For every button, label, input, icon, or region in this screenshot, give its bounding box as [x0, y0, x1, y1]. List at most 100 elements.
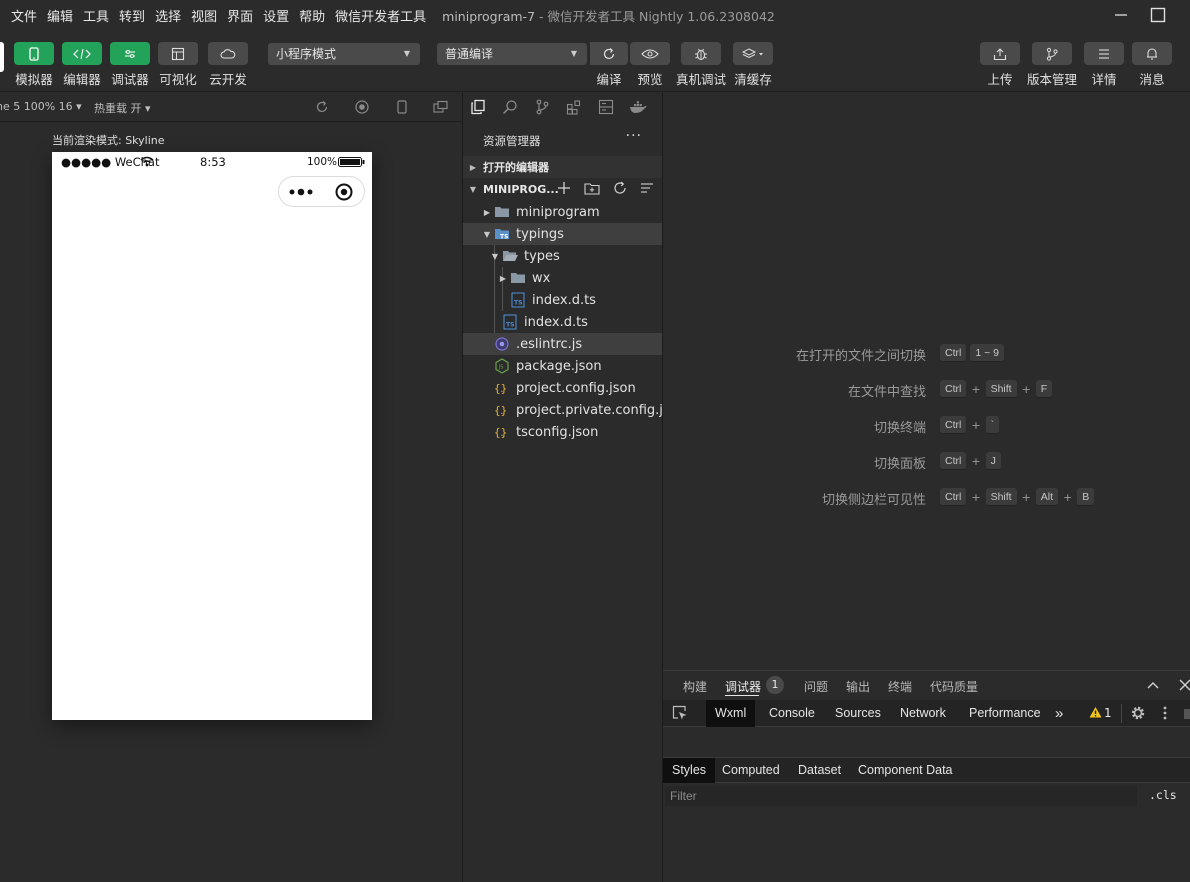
device-select[interactable]: ne 5 100% 16 ▾ — [0, 100, 82, 113]
close-miniprogram-button[interactable] — [335, 183, 353, 204]
refresh-explorer-icon[interactable] — [613, 181, 627, 198]
styles-filter-input[interactable] — [665, 786, 1137, 806]
maximize-panel-button[interactable] — [1146, 679, 1160, 693]
chevron-down-icon: ▼ — [469, 184, 477, 194]
new-file-icon[interactable] — [557, 181, 571, 198]
tab-problems[interactable]: 问题 — [804, 678, 828, 695]
devtools-tab-performance[interactable]: Performance — [960, 700, 1050, 727]
tab-terminal[interactable]: 终端 — [888, 678, 912, 695]
kebab-menu-icon — [1163, 706, 1167, 720]
search-icon[interactable] — [501, 98, 519, 116]
menu-goto[interactable]: 转到 — [119, 6, 145, 25]
key-cap: J — [985, 452, 1001, 470]
maximize-button[interactable] — [1143, 4, 1173, 26]
menu-file[interactable]: 文件 — [11, 6, 37, 25]
storage-icon[interactable] — [597, 98, 615, 116]
menu-settings[interactable]: 设置 — [263, 6, 289, 25]
devtools-menu-button[interactable] — [1162, 705, 1168, 724]
close-icon — [1179, 679, 1190, 691]
devtools-tab-wxml[interactable]: Wxml — [706, 700, 756, 727]
inspect-element-button[interactable] — [672, 705, 688, 724]
record-icon[interactable] — [354, 99, 370, 115]
compile-button[interactable] — [590, 42, 628, 65]
styles-tab-dataset[interactable]: Dataset — [789, 758, 850, 783]
phone-screen[interactable]: ●●●●● WeChat 8:53 100% — [52, 152, 372, 720]
styles-tab-computed[interactable]: Computed — [713, 758, 789, 783]
device-frame-icon[interactable] — [394, 99, 410, 115]
styles-tab-component-data[interactable]: Component Data — [849, 758, 962, 783]
devtools-tab-sources[interactable]: Sources — [826, 700, 890, 727]
shortcut-label: 在文件中查找 — [847, 385, 926, 400]
detach-window-icon[interactable] — [433, 99, 449, 115]
compile-mode-select[interactable]: 普通编译 ▼ — [437, 43, 587, 65]
preview-button[interactable] — [630, 42, 670, 65]
visualize-toggle-button[interactable] — [158, 42, 198, 65]
clear-cache-button[interactable] — [733, 42, 773, 65]
menu-wechat-devtools[interactable]: 微信开发者工具 — [335, 6, 426, 25]
devtools-tab-network[interactable]: Network — [891, 700, 955, 727]
cls-toggle-button[interactable]: .cls — [1149, 788, 1177, 802]
tab-build[interactable]: 构建 — [683, 678, 707, 695]
remote-debug-button[interactable] — [681, 42, 721, 65]
tree-item-typings[interactable]: ▼ TS typings — [463, 223, 662, 245]
minimize-button[interactable] — [1106, 4, 1136, 26]
upload-button[interactable] — [980, 42, 1020, 65]
window-title: miniprogram-7 - 微信开发者工具 Nightly 1.06.230… — [442, 6, 775, 25]
tree-item-miniprogram[interactable]: ▶ miniprogram — [463, 201, 662, 223]
tree-item-project-config[interactable]: {}. project.config.json — [463, 377, 662, 399]
tree-item-index-d-ts[interactable]: TS index.d.ts — [463, 311, 662, 333]
clear-cache-label: 清缓存 — [734, 72, 772, 87]
menu-tools[interactable]: 工具 — [83, 6, 109, 25]
messages-button[interactable] — [1132, 42, 1172, 65]
simulator-toggle-button[interactable] — [14, 42, 54, 65]
hot-reload-toggle[interactable]: 热重载 开 ▾ — [94, 100, 151, 116]
project-section[interactable]: ▼ MINIPROG... — [463, 178, 662, 200]
simulator-label: 模拟器 — [15, 72, 53, 87]
devtools-tab-console[interactable]: Console — [760, 700, 824, 727]
tree-item-project-private-config[interactable]: {}. project.private.config.js... — [463, 399, 662, 421]
warning-icon[interactable] — [1089, 706, 1102, 721]
source-control-icon[interactable] — [533, 98, 551, 116]
menu-interface[interactable]: 界面 — [227, 6, 253, 25]
dock-side-icon[interactable] — [1184, 709, 1190, 719]
tab-debugger[interactable]: 调试器 — [725, 678, 761, 695]
chevron-down-icon: ▼ — [483, 229, 491, 239]
devtools-settings-button[interactable] — [1130, 705, 1146, 724]
tree-item-index-d-ts-nested[interactable]: TS index.d.ts — [463, 289, 662, 311]
menu-edit[interactable]: 编辑 — [47, 6, 73, 25]
rotate-icon[interactable] — [314, 99, 330, 115]
debugger-toggle-button[interactable] — [110, 42, 150, 65]
cloud-dev-button[interactable] — [208, 42, 248, 65]
collapse-all-icon[interactable] — [640, 181, 654, 198]
tree-item-tsconfig[interactable]: {}. tsconfig.json — [463, 421, 662, 443]
nodejs-icon: JS — [494, 358, 510, 374]
menu-view[interactable]: 视图 — [191, 6, 217, 25]
explorer-more-button[interactable]: ··· — [626, 128, 642, 144]
tree-item-wx[interactable]: ▶ wx — [463, 267, 662, 289]
menu-help[interactable]: 帮助 — [299, 6, 325, 25]
cloud-icon — [220, 48, 236, 59]
explorer-icon[interactable] — [469, 98, 487, 116]
docker-icon[interactable] — [629, 98, 647, 116]
details-button[interactable] — [1084, 42, 1124, 65]
tab-code-quality[interactable]: 代码质量 — [930, 678, 978, 695]
editor-toggle-button[interactable] — [62, 42, 102, 65]
tab-output[interactable]: 输出 — [846, 678, 870, 695]
mode-select[interactable]: 小程序模式 ▼ — [268, 43, 420, 65]
extensions-icon[interactable] — [565, 98, 583, 116]
close-panel-button[interactable] — [1179, 679, 1190, 694]
tree-item-types[interactable]: ▼ types — [463, 245, 662, 267]
open-editors-section[interactable]: ▶ 打开的编辑器 — [463, 156, 662, 178]
tree-item-eslintrc[interactable]: .eslintrc.js — [463, 333, 662, 355]
shortcut-row: 在文件中查找 Ctrl + Shift + F — [663, 379, 1190, 400]
new-folder-icon[interactable] — [584, 181, 600, 198]
styles-tab-styles[interactable]: Styles — [663, 758, 716, 783]
refresh-icon — [603, 47, 615, 59]
version-control-button[interactable] — [1032, 42, 1072, 65]
capsule-menu — [278, 176, 365, 207]
json-icon: {}. — [494, 424, 510, 440]
menu-select[interactable]: 选择 — [155, 6, 181, 25]
tree-item-package-json[interactable]: JS package.json — [463, 355, 662, 377]
more-menu-button[interactable] — [289, 186, 315, 201]
more-tabs-button[interactable]: » — [1046, 700, 1072, 727]
